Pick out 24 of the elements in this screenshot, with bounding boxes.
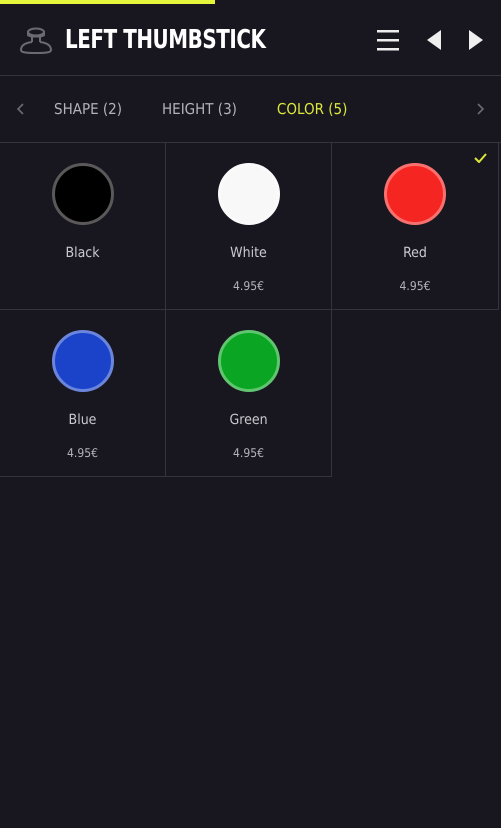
menu-icon[interactable] (377, 28, 399, 50)
color-option[interactable]: Red 4.95€ (332, 143, 499, 310)
next-icon[interactable] (469, 30, 483, 50)
thumbstick-icon (19, 26, 53, 54)
color-name: White (230, 245, 267, 261)
color-name: Green (229, 412, 268, 428)
color-option[interactable]: White 4.95€ (166, 143, 332, 310)
color-name: Red (403, 245, 427, 261)
color-name: Blue (68, 412, 96, 428)
color-name: Black (65, 245, 100, 261)
scroll-left-icon[interactable] (16, 103, 24, 115)
tab[interactable]: HEIGHT (3) (162, 100, 237, 118)
color-option[interactable]: Blue 4.95€ (0, 310, 166, 477)
color-option[interactable]: Green 4.95€ (166, 310, 332, 477)
price: 4.95€ (233, 279, 264, 293)
previous-icon[interactable] (427, 30, 441, 50)
scroll-right-icon[interactable] (477, 103, 485, 115)
tab[interactable]: SHAPE (2) (54, 100, 122, 118)
price: 4.95€ (400, 279, 430, 293)
tab[interactable]: COLOR (5) (276, 100, 348, 118)
price: 4.95€ (67, 446, 98, 460)
color-option[interactable]: Black (0, 143, 166, 310)
page-title: LEFT THUMBSTICK (65, 24, 268, 54)
price: 4.95€ (233, 446, 264, 460)
